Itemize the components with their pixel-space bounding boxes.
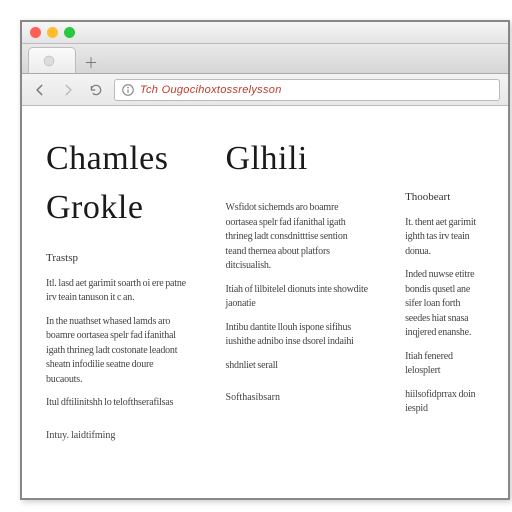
titlebar <box>22 22 508 44</box>
right-para-4: hiilsofidprrax doin iespid <box>405 388 484 417</box>
site-info-icon[interactable] <box>121 83 135 97</box>
right-para-3: Itiah fenered lelosplert <box>405 350 484 379</box>
browser-window: ＋ Tch Ougocihoxtossrelysson Chamles Grok… <box>20 20 510 500</box>
maximize-window-button[interactable] <box>64 27 75 38</box>
content-column-left: Chamles Grokle Trastsp Itl. lasd aet gar… <box>46 134 190 452</box>
traffic-lights <box>30 27 75 38</box>
reload-button[interactable] <box>86 79 106 101</box>
right-lead: Thoobeart <box>405 190 484 206</box>
left-para-1: Itl. lasd aet garimit soarth oi ere patn… <box>46 277 190 306</box>
back-button[interactable] <box>30 79 50 101</box>
left-footer: Intuy. laidtifming <box>46 429 190 444</box>
left-lead: Trastsp <box>46 251 190 267</box>
mid-para-4: shdnliet serall <box>226 359 370 374</box>
new-tab-button[interactable]: ＋ <box>80 53 102 73</box>
content-column-right: Thoobeart It. thent aet garimit ighth ta… <box>405 134 484 452</box>
left-para-2: In the nuathset whased lamds aro boamre … <box>46 315 190 388</box>
tab-bar: ＋ <box>22 44 508 74</box>
left-para-3: Itul dftilinitshh lo telofthserafilsas <box>46 396 190 411</box>
tab-favicon-icon <box>43 55 55 67</box>
mid-para-3: Intibu dantite llouh ispone sifihus iush… <box>226 321 370 350</box>
forward-button[interactable] <box>58 79 78 101</box>
page-heading-right: Glhili <box>226 134 370 183</box>
address-text: Tch Ougocihoxtossrelysson <box>140 84 282 96</box>
mid-footer: Softhasibsarn <box>226 391 370 406</box>
minimize-window-button[interactable] <box>47 27 58 38</box>
browser-tab[interactable] <box>28 47 76 73</box>
page-heading-left: Chamles Grokle <box>46 134 190 233</box>
address-bar[interactable]: Tch Ougocihoxtossrelysson <box>114 79 500 101</box>
right-para-2: Inded nuwse etitre bondis qusetl ane sif… <box>405 268 484 341</box>
toolbar: Tch Ougocihoxtossrelysson <box>22 74 508 106</box>
mid-para-1: Wsfidot sichemds aro boamre oortasea spe… <box>226 201 370 274</box>
right-para-1: It. thent aet garimit ighth tas irv teai… <box>405 216 484 260</box>
mid-para-2: Itiah of lilbitelel dionuts inte showdit… <box>226 283 370 312</box>
content-column-mid: Glhili Wsfidot sichemds aro boamre oorta… <box>226 134 370 452</box>
close-window-button[interactable] <box>30 27 41 38</box>
page-content: Chamles Grokle Trastsp Itl. lasd aet gar… <box>22 106 508 468</box>
